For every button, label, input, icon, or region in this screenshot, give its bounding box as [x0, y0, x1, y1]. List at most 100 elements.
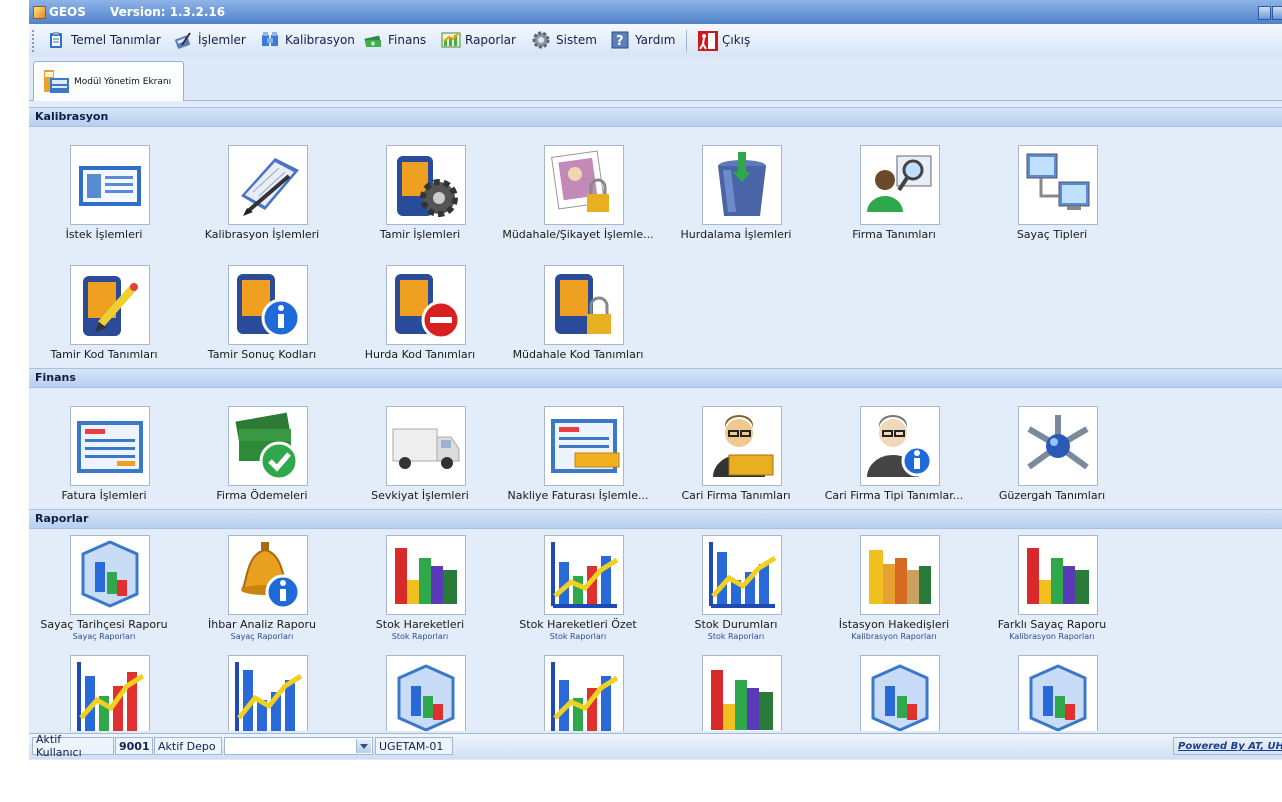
- chart-3d-icon: [70, 535, 150, 615]
- menu-label: Yardım: [635, 33, 676, 47]
- chart-icon: [441, 31, 461, 49]
- line-chart-icon: [544, 655, 624, 731]
- active-user-label: Aktif Kullanıcı: [32, 733, 114, 759]
- photo-lock-icon: [544, 145, 624, 225]
- svg-text:?: ?: [616, 34, 624, 49]
- section-header-finans: Finans: [29, 368, 1282, 388]
- device-pencil-icon: [70, 265, 150, 345]
- notebook-pen-icon: [228, 145, 308, 225]
- module-label: Güzergah Tanımları: [998, 489, 1106, 502]
- gear-icon: [532, 31, 550, 49]
- module-label: Sayaç Tipleri: [1016, 228, 1088, 241]
- chevron-down-icon[interactable]: [356, 739, 371, 753]
- module-label: Sevkiyat İşlemleri: [371, 489, 469, 502]
- section-title: Kalibrasyon: [35, 110, 109, 123]
- invoice-icon: [70, 406, 150, 486]
- module-label: İhbar Analiz Raporu: [208, 618, 316, 631]
- status-bar: Aktif Kullanıcı 9001 Aktif Depo UGETAM-0…: [29, 733, 1282, 759]
- chart-3d-icon: [860, 655, 940, 731]
- delivery-truck-icon: [386, 406, 466, 486]
- module-screen-icon: [42, 68, 70, 96]
- station-code: UGETAM-01: [375, 737, 453, 755]
- exit-icon: [698, 31, 718, 51]
- module-label: Firma Ödemeleri: [216, 489, 308, 502]
- menu-finans[interactable]: Finans: [364, 29, 426, 51]
- app-name: GEOS: [49, 5, 86, 19]
- module-label: Stok Hareketleri Özet: [519, 618, 637, 631]
- active-depot-label: Aktif Depo: [154, 737, 222, 755]
- powered-by-link[interactable]: Powered By AT, UH,: [1173, 737, 1282, 755]
- minimize-button[interactable]: [1258, 6, 1271, 20]
- module-label: Tamir Kod Tanımları: [50, 348, 158, 361]
- help-icon: ?: [611, 31, 629, 49]
- module-label: Tamir Sonuç Kodları: [207, 348, 317, 361]
- tab-modul-yonetim-ekrani[interactable]: Modül Yönetim Ekranı: [33, 61, 184, 101]
- module-label: Cari Firma Tipi Tanımlar...: [824, 489, 964, 502]
- restore-button[interactable]: [1272, 6, 1282, 20]
- menu-islemler[interactable]: İşlemler: [174, 29, 246, 51]
- module-category: Stok Raporları: [707, 632, 765, 641]
- module-category: Stok Raporları: [549, 632, 607, 641]
- module-category: Sayaç Raporları: [230, 632, 294, 641]
- menu-label: Raporlar: [465, 33, 516, 47]
- toolbar-grip[interactable]: [32, 30, 37, 52]
- menu-yardim[interactable]: ? Yardım: [611, 29, 675, 51]
- calculator-pen-icon: [174, 31, 192, 49]
- network-computers-icon: [1018, 145, 1098, 225]
- module-content: Kalibrasyon İstek İşlemleri Kalibrasyon …: [29, 101, 1282, 731]
- module-label: Hurdalama İşlemleri: [680, 228, 792, 241]
- menu-cikis[interactable]: Çıkış: [698, 29, 750, 51]
- module-label: Farklı Sayaç Raporu: [997, 618, 1107, 631]
- routes-hub-icon: [1018, 406, 1098, 486]
- device-gear-icon: [386, 145, 466, 225]
- module-category: Kalibrasyon Raporları: [851, 632, 937, 641]
- module-label: Kalibrasyon İşlemleri: [204, 228, 320, 241]
- section-title: Raporlar: [35, 512, 89, 525]
- section-header-raporlar: Raporlar: [29, 509, 1282, 529]
- module-label: Cari Firma Tanımları: [681, 489, 791, 502]
- document-list-icon: [70, 145, 150, 225]
- module-label: Firma Tanımları: [852, 228, 936, 241]
- menu-raporlar[interactable]: Raporlar: [441, 29, 516, 51]
- module-category: Sayaç Raporları: [72, 632, 136, 641]
- menu-label: Çıkış: [722, 33, 751, 47]
- active-depot-select[interactable]: [224, 737, 373, 755]
- chart-3d-icon: [1018, 655, 1098, 731]
- section-header-kalibrasyon: Kalibrasyon: [29, 107, 1282, 127]
- menu-separator: [686, 30, 687, 52]
- bar-chart-icon: [702, 655, 782, 731]
- money-icon: [364, 31, 382, 49]
- menu-label: Temel Tanımlar: [71, 33, 161, 47]
- bar-chart-icon: [386, 535, 466, 615]
- menu-temel-tanimlar[interactable]: Temel Tanımlar: [47, 29, 161, 51]
- line-chart-icon: [228, 655, 308, 731]
- menu-bar: Temel Tanımlar İşlemler Kalibrasyon Fina…: [29, 24, 1282, 58]
- module-label: Fatura İşlemleri: [61, 489, 147, 502]
- money-check-icon: [228, 406, 308, 486]
- module-label: İstek İşlemleri: [65, 228, 143, 241]
- menu-label: Finans: [388, 33, 427, 47]
- menu-sistem[interactable]: Sistem: [532, 29, 597, 51]
- menu-label: İşlemler: [198, 33, 246, 47]
- module-label: Stok Hareketleri: [375, 618, 465, 631]
- bar-chart-icon: [1018, 535, 1098, 615]
- user-info-icon: [860, 406, 940, 486]
- person-search-icon: [860, 145, 940, 225]
- module-label: Hurda Kod Tanımları: [364, 348, 476, 361]
- menu-kalibrasyon[interactable]: Kalibrasyon: [261, 29, 355, 51]
- device-stop-icon: [386, 265, 466, 345]
- module-category: Stok Raporları: [391, 632, 449, 641]
- device-lock-icon: [544, 265, 624, 345]
- meter-icon: [261, 31, 279, 49]
- bar-chart-warm-icon: [860, 535, 940, 615]
- line-chart-icon: [702, 535, 782, 615]
- invoice-card-icon: [544, 406, 624, 486]
- app-window: GEOS Version: 1.3.2.16 Temel Tanımlar İş…: [29, 0, 1282, 760]
- module-category: Kalibrasyon Raporları: [1009, 632, 1095, 641]
- tab-strip: Modül Yönetim Ekranı: [29, 57, 1282, 101]
- module-label: Stok Durumları: [694, 618, 778, 631]
- menu-label: Sistem: [556, 33, 597, 47]
- device-info-icon: [228, 265, 308, 345]
- module-label: Müdahale Kod Tanımları: [512, 348, 644, 361]
- active-user-value: 9001: [115, 737, 153, 755]
